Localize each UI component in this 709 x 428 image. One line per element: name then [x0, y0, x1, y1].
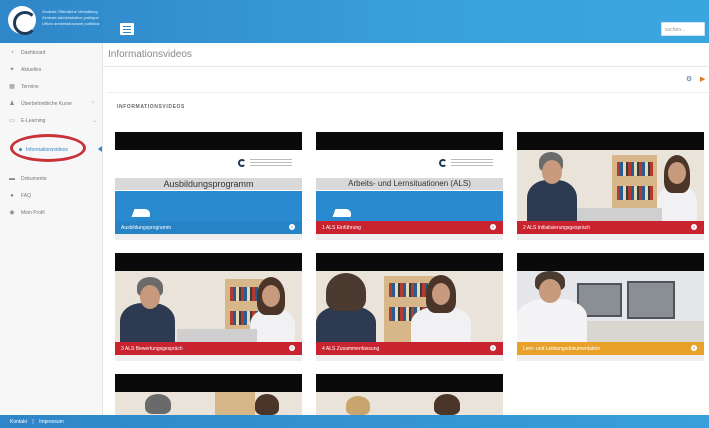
video-top-bar	[316, 253, 503, 271]
sidebar-item-label: E-Learning	[21, 118, 46, 124]
monitor-icon: ▭	[9, 118, 15, 124]
hamburger-menu-button[interactable]	[120, 23, 134, 35]
folder-icon: ▬	[9, 176, 15, 182]
video-top-bar	[517, 253, 704, 271]
video-caption[interactable]: 3 ALS Bewertungsgespräch i	[115, 342, 302, 355]
info-icon[interactable]: i	[289, 224, 295, 230]
app-header: Zentrale Öffentliche Verwaltung Zentrale…	[0, 0, 709, 43]
section-title: INFORMATIONSVIDEOS	[117, 104, 185, 110]
sidebar-item-label: FAQ	[21, 193, 32, 199]
video-thumbnail[interactable]	[316, 392, 503, 415]
info-icon: ●	[10, 193, 14, 199]
sidebar-item-label: Termine	[21, 84, 39, 90]
video-top-bar	[115, 374, 302, 392]
sidebar-item-dokumente[interactable]: ▬ Dokumente	[0, 172, 103, 186]
sidebar-item-label: Überbetriebliche Kurse	[21, 101, 72, 107]
slide-title: Arbeits- und Lernsituationen (ALS)	[316, 178, 503, 190]
video-top-bar	[517, 132, 704, 150]
video-top-bar	[115, 132, 302, 150]
sidebar-item-label: Mein Profil	[21, 210, 45, 216]
sidebar-item-mein-profil[interactable]: ◉ Mein Profil	[0, 206, 103, 220]
video-caption-label: 2 ALS Initialisierungsgespräch	[523, 225, 590, 231]
video-caption[interactable]: Lern- und Leistungsdokumentation i	[517, 342, 704, 355]
info-icon[interactable]: i	[490, 345, 496, 351]
user-icon: ◉	[9, 210, 15, 216]
logo-icon	[439, 159, 447, 167]
active-item-marker	[98, 146, 102, 152]
footer: Kontakt | Impressum	[0, 415, 709, 428]
info-icon[interactable]: i	[289, 345, 295, 351]
logo-icon[interactable]	[8, 6, 37, 35]
video-top-bar	[316, 132, 503, 150]
sidebar-item-faq[interactable]: ● FAQ	[0, 189, 103, 203]
video-caption[interactable]: 4 ALS Zusammenfassung i	[316, 342, 503, 355]
video-card[interactable]: 3 ALS Bewertungsgespräch i	[115, 253, 302, 361]
video-caption[interactable]: 1 ALS Einführung i	[316, 221, 503, 234]
video-card[interactable]: Arbeits- und Lernsituationen (ALS) 1 ALS…	[316, 132, 503, 240]
video-card[interactable]	[316, 374, 503, 415]
video-caption-label: 4 ALS Zusammenfassung	[322, 346, 380, 352]
footer-link-kontakt[interactable]: Kontakt	[10, 419, 27, 425]
video-caption[interactable]: 2 ALS Initialisierungsgespräch i	[517, 221, 704, 234]
chevron-right-icon: ›	[92, 100, 94, 106]
video-top-bar	[115, 253, 302, 271]
sidebar-item-e-learning[interactable]: ▭ E-Learning ⌄	[0, 114, 103, 128]
logo-text: Zentrale Öffentliche Verwaltung Zentrale…	[42, 9, 132, 27]
video-thumbnail[interactable]: Arbeits- und Lernsituationen (ALS)	[316, 150, 503, 221]
search-input[interactable]: suchen...	[661, 22, 705, 36]
video-thumbnail[interactable]	[115, 271, 302, 342]
logo-icon	[238, 159, 246, 167]
video-thumbnail[interactable]	[115, 392, 302, 415]
settings-icon[interactable]: ⚙	[686, 75, 692, 83]
sidebar-item-aktuelles[interactable]: ✦ Aktuelles	[0, 63, 103, 77]
video-caption-label: Lern- und Leistungsdokumentation	[523, 346, 600, 352]
calendar-icon: ▦	[9, 84, 15, 90]
sidebar-item-termine[interactable]: ▦ Termine	[0, 80, 103, 94]
divider	[103, 66, 709, 67]
video-caption-label: Ausbildungsprogramm	[121, 225, 172, 231]
video-caption[interactable]: Ausbildungsprogramm i	[115, 221, 302, 234]
info-icon[interactable]: i	[490, 224, 496, 230]
highlight-circle-annotation	[10, 134, 86, 162]
page-title: Informationsvideos	[108, 49, 192, 60]
video-thumbnail[interactable]	[517, 150, 704, 221]
video-card[interactable]: Lern- und Leistungsdokumentation i	[517, 253, 704, 361]
video-card[interactable]	[115, 374, 302, 415]
play-icon[interactable]: ▶	[700, 75, 705, 83]
sidebar-item-label: Aktuelles	[21, 67, 42, 73]
video-caption-label: 1 ALS Einführung	[322, 225, 361, 231]
video-card[interactable]: Ausbildungsprogramm Ausbildungsprogramm …	[115, 132, 302, 240]
dashboard-icon: ◔	[10, 50, 14, 56]
video-thumbnail[interactable]: Ausbildungsprogramm	[115, 150, 302, 221]
sidebar-item-label: Dokumente	[21, 176, 47, 182]
people-icon: ♟	[9, 101, 15, 107]
video-top-bar	[316, 374, 503, 392]
video-thumbnail[interactable]	[517, 271, 704, 342]
video-card[interactable]: 4 ALS Zusammenfassung i	[316, 253, 503, 361]
footer-link-impressum[interactable]: Impressum	[39, 419, 64, 425]
logo-line-3: Ufficio amministrazione pubblica	[42, 21, 100, 26]
info-icon[interactable]: i	[691, 224, 697, 230]
video-card[interactable]: 2 ALS Initialisierungsgespräch i	[517, 132, 704, 240]
video-caption-label: 3 ALS Bewertungsgespräch	[121, 346, 183, 352]
video-thumbnail[interactable]	[316, 271, 503, 342]
sidebar-item-label: Dashboard	[21, 50, 46, 56]
pin-icon: ✦	[9, 67, 15, 73]
sidebar-item-dashboard[interactable]: ◔ Dashboard	[0, 46, 103, 60]
footer-separator: |	[32, 419, 34, 425]
slide-title: Ausbildungsprogramm	[115, 178, 302, 190]
info-icon[interactable]: i	[691, 345, 697, 351]
sidebar: ◔ Dashboard ✦ Aktuelles ▦ Termine ♟ Über…	[0, 43, 103, 415]
chevron-down-icon: ⌄	[92, 118, 98, 124]
sidebar-item-ueberbetriebliche-kurse[interactable]: ♟ Überbetriebliche Kurse ›	[0, 97, 103, 111]
